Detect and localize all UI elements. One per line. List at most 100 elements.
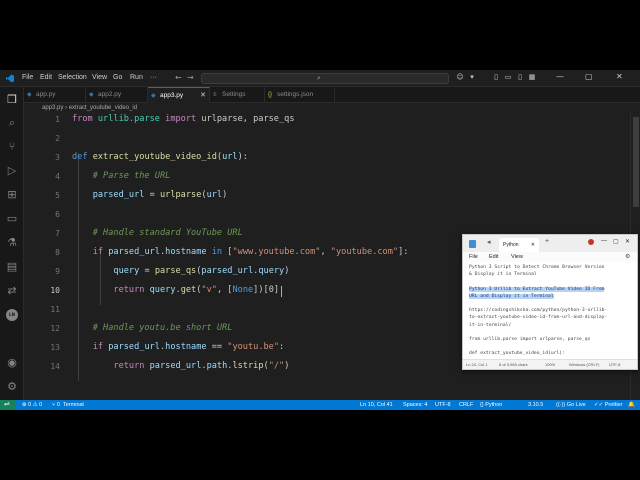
- copilot-icon[interactable]: ☺: [455, 73, 465, 83]
- line-number[interactable]: 13: [24, 343, 60, 352]
- tab-label: app2.py: [98, 91, 122, 98]
- tab-settings-json[interactable]: {} settings.json: [265, 87, 335, 103]
- code-token: parsed_url: [92, 190, 145, 200]
- cursor-position[interactable]: Ln 10, Col 41: [360, 401, 393, 409]
- tab-app-py[interactable]: ◆ app.py: [24, 87, 86, 103]
- explorer-icon[interactable]: ❐: [5, 93, 19, 107]
- problems-indicator[interactable]: ⊗ 0 ⚠ 0: [22, 401, 42, 409]
- run-debug-icon[interactable]: ▷: [5, 164, 19, 178]
- toggle-panel-icon[interactable]: ▭: [503, 73, 513, 83]
- code-line[interactable]: parsed_url = urlparse(url): [72, 190, 228, 200]
- line-number[interactable]: 9: [24, 267, 60, 276]
- ports-indicator[interactable]: ⑂ 0: [52, 401, 60, 409]
- toggle-sidebar-icon[interactable]: ▯: [491, 73, 501, 83]
- docker-icon[interactable]: ▤: [5, 260, 19, 274]
- maximize-icon[interactable]: ▢: [585, 72, 593, 81]
- line-number[interactable]: 3: [24, 153, 60, 162]
- line-number[interactable]: 12: [24, 324, 60, 333]
- new-tab-icon[interactable]: +: [545, 238, 549, 245]
- notepad-window[interactable]: ◂ Python ✕ + — ▢ ✕ File Edit View ⚙ Pyth…: [462, 234, 638, 370]
- line-number[interactable]: 10: [24, 286, 60, 295]
- code-line[interactable]: if parsed_url.hostname in ["www.youtube.…: [72, 247, 409, 257]
- code-line[interactable]: return query.get("v", [None])[0]: [72, 285, 279, 295]
- notepad-menu-file[interactable]: File: [469, 254, 478, 260]
- vscode-logo-icon: [6, 74, 14, 83]
- back-arrow-icon[interactable]: ←: [175, 73, 182, 82]
- close-tab-icon[interactable]: ✕: [531, 238, 535, 252]
- toggle-secondary-sidebar-icon[interactable]: ▯: [515, 73, 525, 83]
- search-view-icon[interactable]: ⌕: [5, 116, 19, 130]
- line-number[interactable]: 6: [24, 210, 60, 219]
- go-live-button[interactable]: ((·)) Go Live: [556, 401, 586, 409]
- code-token: ,: [320, 247, 331, 257]
- code-line[interactable]: query = parse_qs(parsed_url.query): [72, 266, 289, 276]
- extensions-icon[interactable]: ⊞: [5, 188, 19, 202]
- tab-app3-py[interactable]: ◆ app3.py ✕: [148, 87, 210, 103]
- forward-arrow-icon[interactable]: →: [187, 73, 194, 82]
- source-control-icon[interactable]: ⑂: [5, 140, 19, 154]
- close-window-icon[interactable]: ✕: [616, 72, 623, 81]
- line-number[interactable]: 7: [24, 229, 60, 238]
- remote-explorer-icon[interactable]: ▭: [5, 212, 19, 226]
- tab-scroll-left-icon[interactable]: ◂: [487, 238, 491, 246]
- copilot-dropdown-icon[interactable]: ▾: [467, 73, 477, 83]
- prettier-button[interactable]: ✓✓ Prettier: [594, 401, 622, 409]
- code-token: hostname: [165, 247, 207, 257]
- line-number[interactable]: 5: [24, 191, 60, 200]
- code-line[interactable]: def extract_youtube_video_id(url):: [72, 152, 248, 162]
- notepad-text: https://codingshiksha.com/python/python-…: [469, 308, 608, 314]
- menu-view[interactable]: View: [92, 74, 107, 81]
- tab-settings[interactable]: ≡ Settings: [210, 87, 265, 103]
- close-tab-icon[interactable]: ✕: [200, 88, 206, 104]
- live-share-icon[interactable]: ⇄: [5, 284, 19, 298]
- breadcrumb-file[interactable]: app3.py: [42, 105, 63, 111]
- menu-file[interactable]: File: [22, 74, 33, 81]
- code-token: import: [165, 114, 202, 124]
- line-number[interactable]: 14: [24, 362, 60, 371]
- notepad-menu-edit[interactable]: Edit: [489, 254, 498, 260]
- menu-run[interactable]: Run: [130, 74, 143, 81]
- command-center-search[interactable]: ⌕: [201, 73, 449, 84]
- scrollbar-thumb[interactable]: [633, 117, 639, 207]
- account-icon[interactable]: ◉: [5, 356, 19, 370]
- settings-gear-icon[interactable]: ⚙: [625, 253, 630, 260]
- code-line[interactable]: # Handle standard YouTube URL: [72, 228, 243, 238]
- encoding[interactable]: UTF-8: [435, 401, 451, 409]
- line-number[interactable]: 2: [24, 134, 60, 143]
- tab-app2-py[interactable]: ◆ app2.py: [86, 87, 148, 103]
- terminal-button[interactable]: Terminal: [63, 401, 84, 409]
- remote-indicator[interactable]: ⇌: [0, 400, 16, 410]
- menu-go[interactable]: Go: [113, 74, 122, 81]
- code-line[interactable]: # Parse the URL: [72, 171, 171, 181]
- line-number[interactable]: 1: [24, 115, 60, 124]
- code-line[interactable]: return parsed_url.path.lstrip("/"): [72, 361, 289, 371]
- activity-bar: ❐ ⌕ ⑂ ▷ ⊞ ▭ ⚗ ▤ ⇄ LN ◉ ⚙: [0, 87, 24, 400]
- breadcrumb-symbol[interactable]: extract_youtube_video_id: [69, 105, 137, 111]
- notepad-tab[interactable]: Python ✕: [499, 238, 539, 252]
- customize-layout-icon[interactable]: ▦: [527, 73, 537, 83]
- menu-selection[interactable]: Selection: [58, 74, 87, 81]
- notepad-menu-view[interactable]: View: [511, 254, 523, 260]
- code-line[interactable]: from urllib.parse import urlparse, parse…: [72, 114, 295, 124]
- menu-edit[interactable]: Edit: [40, 74, 52, 81]
- indentation[interactable]: Spaces: 4: [403, 401, 427, 409]
- notepad-text: it-in-terminal/: [469, 322, 512, 328]
- testing-icon[interactable]: ⚗: [5, 236, 19, 250]
- maximize-icon[interactable]: ▢: [613, 238, 619, 245]
- minimize-icon[interactable]: —: [601, 238, 607, 244]
- extension-badge-icon[interactable]: LN: [6, 309, 18, 321]
- code-line[interactable]: if parsed_url.hostname == "youtu.be":: [72, 342, 285, 352]
- minimize-icon[interactable]: —: [556, 72, 564, 81]
- line-number[interactable]: 4: [24, 172, 60, 181]
- python-version[interactable]: 3.10.5: [528, 401, 543, 409]
- notifications-icon[interactable]: 🔔: [628, 401, 635, 409]
- close-window-icon[interactable]: ✕: [625, 238, 630, 245]
- menu-more[interactable]: ···: [150, 74, 157, 81]
- code-token: from: [72, 114, 98, 124]
- manage-gear-icon[interactable]: ⚙: [5, 380, 19, 394]
- code-line[interactable]: # Handle youtu.be short URL: [72, 323, 233, 333]
- line-number[interactable]: 8: [24, 248, 60, 257]
- line-number[interactable]: 11: [24, 305, 60, 314]
- language-mode[interactable]: {} Python: [480, 401, 502, 409]
- line-ending[interactable]: CRLF: [459, 401, 473, 409]
